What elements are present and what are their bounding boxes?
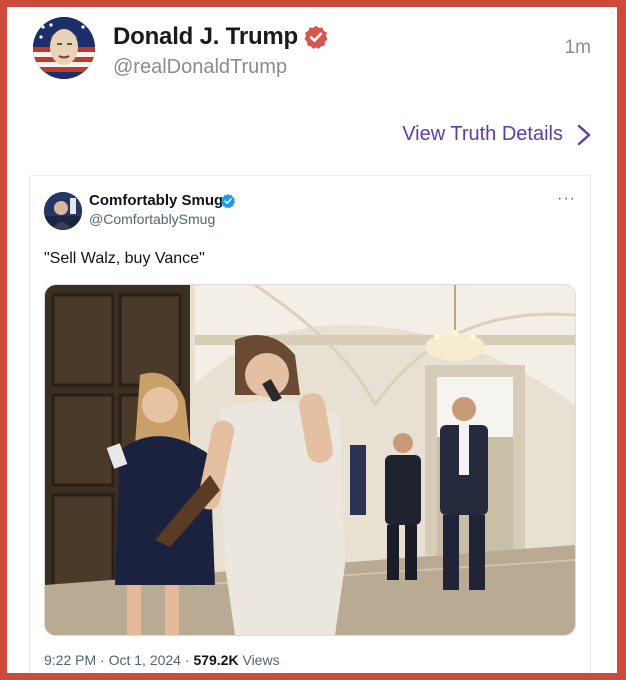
embedded-author-name[interactable]: Comfortably Smug bbox=[89, 192, 223, 209]
views-label: Views bbox=[242, 652, 280, 668]
view-truth-details-link[interactable]: View Truth Details bbox=[402, 123, 591, 146]
embedded-tweet-photo[interactable] bbox=[44, 284, 576, 636]
tweet-date[interactable]: Oct 1, 2024 bbox=[109, 652, 181, 668]
verified-badge-icon bbox=[221, 194, 235, 209]
meta-separator: · bbox=[100, 652, 109, 668]
view-truth-details-label: View Truth Details bbox=[402, 123, 563, 145]
embedded-author-handle[interactable]: @ComfortablySmug bbox=[89, 211, 215, 227]
chevron-right-icon bbox=[577, 124, 591, 145]
verified-badge-icon bbox=[304, 25, 328, 49]
author-handle[interactable]: @realDonaldTrump bbox=[113, 56, 287, 79]
truth-post: Donald J. Trump @realDonaldTrump 1m View… bbox=[7, 7, 617, 673]
embedded-tweet-text: "Sell Walz, buy Vance" bbox=[44, 250, 205, 267]
more-options-icon[interactable]: ··· bbox=[557, 190, 576, 208]
author-avatar[interactable] bbox=[33, 17, 95, 79]
embedded-author-avatar[interactable] bbox=[44, 192, 82, 230]
post-timestamp: 1m bbox=[564, 37, 591, 58]
embedded-tweet-card[interactable]: Comfortably Smug @ComfortablySmug ··· "S… bbox=[29, 175, 591, 673]
author-name[interactable]: Donald J. Trump bbox=[113, 23, 298, 51]
views-count: 579.2K bbox=[193, 652, 239, 668]
tweet-time[interactable]: 9:22 PM bbox=[44, 652, 96, 668]
embedded-tweet-meta: 9:22 PM · Oct 1, 2024 · 579.2K Views bbox=[44, 652, 280, 668]
